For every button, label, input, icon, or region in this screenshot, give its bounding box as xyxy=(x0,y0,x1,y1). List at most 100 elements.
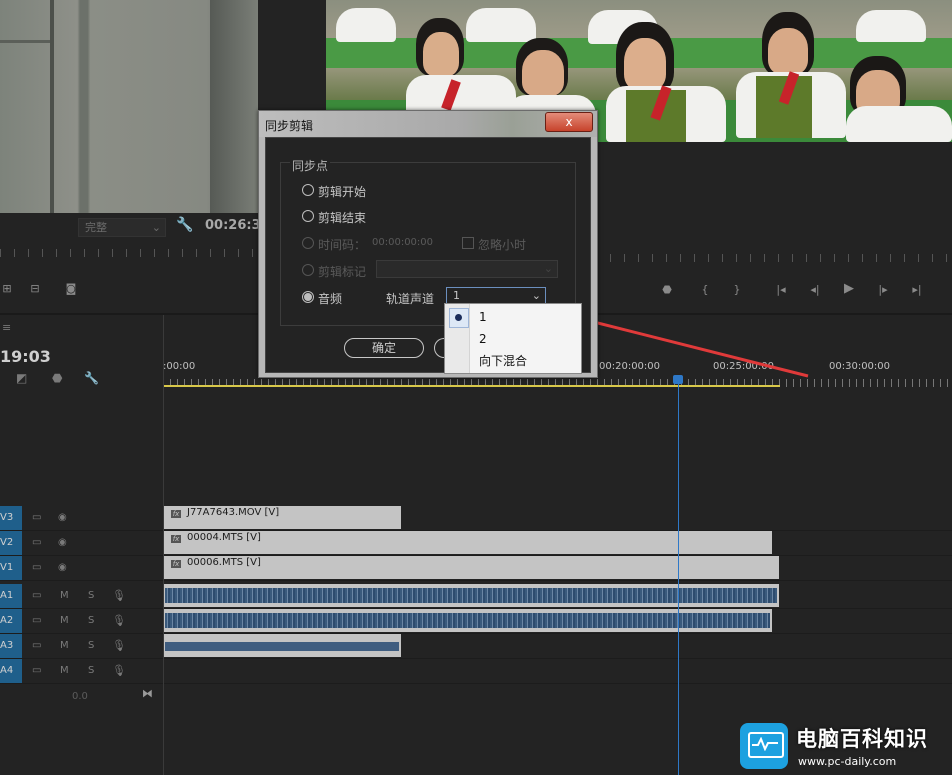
menu-icon[interactable]: ≡ xyxy=(2,321,11,334)
overwrite-icon[interactable]: ⊟ xyxy=(28,283,42,295)
option-audio[interactable]: 音频 xyxy=(318,290,342,307)
pulse-icon xyxy=(752,737,778,751)
add-marker-icon[interactable]: ⬣ xyxy=(660,284,674,296)
track-a1[interactable] xyxy=(163,584,952,609)
film-icon[interactable]: ▭ xyxy=(32,615,41,626)
track-tag-v1[interactable]: V1 xyxy=(0,556,22,580)
solo-button[interactable]: S xyxy=(88,665,94,676)
film-icon[interactable]: ▭ xyxy=(32,537,41,548)
camera-icon[interactable]: ◙ xyxy=(64,283,78,295)
video-detail xyxy=(50,0,54,213)
solo-button[interactable]: S xyxy=(88,615,94,626)
microphone-icon[interactable]: 🎙 xyxy=(112,639,126,652)
play-icon[interactable]: ▶ xyxy=(842,282,856,295)
clip-marker-select[interactable]: ⌄ xyxy=(376,260,558,278)
clip[interactable]: fx 00004.MTS [V] xyxy=(163,531,772,554)
dropdown-item[interactable]: 2 xyxy=(445,328,581,350)
video-detail xyxy=(423,32,459,76)
video-detail xyxy=(624,38,666,90)
tracks: V3 ▭ ◉ fx J77A7643.MOV [V] V2 ▭ ◉ fx 00004… xyxy=(0,506,952,686)
clip[interactable]: fx J77A7643.MOV [V] xyxy=(163,506,401,529)
source-timecode[interactable]: 00:26:3 xyxy=(205,218,261,233)
audio-clip[interactable] xyxy=(163,634,401,657)
option-clip-start[interactable]: 剪辑开始 xyxy=(318,183,366,200)
solo-button[interactable]: S xyxy=(88,590,94,601)
step-back-icon[interactable]: ◂| xyxy=(808,284,822,296)
mute-button[interactable]: M xyxy=(60,665,69,676)
track-tag-a1[interactable]: A1 xyxy=(0,584,22,608)
track-tag-a3[interactable]: A3 xyxy=(0,634,22,658)
go-to-in-icon[interactable]: |◂ xyxy=(774,284,788,296)
eye-icon[interactable]: ◉ xyxy=(58,562,67,573)
dropdown-item-label: 2 xyxy=(479,332,487,346)
solo-button[interactable]: S xyxy=(88,640,94,651)
radio-audio[interactable] xyxy=(302,291,314,303)
radio-timecode[interactable] xyxy=(302,237,314,249)
playhead-line[interactable] xyxy=(678,383,679,775)
fx-icon: fx xyxy=(171,535,181,543)
film-icon[interactable]: ▭ xyxy=(32,512,41,523)
dialog-titlebar[interactable]: 同步剪辑 x xyxy=(259,111,597,137)
film-icon[interactable]: ▭ xyxy=(32,590,41,601)
timeline-timecode[interactable]: 19:03 xyxy=(0,347,51,366)
video-detail xyxy=(336,8,396,42)
dropdown-item[interactable]: 向下混合 xyxy=(445,350,581,372)
ignore-hours-checkbox[interactable] xyxy=(462,237,474,249)
film-icon[interactable]: ▭ xyxy=(32,562,41,573)
option-clip-end[interactable]: 剪辑结束 xyxy=(318,209,366,226)
fit-select[interactable]: 完整 ⌄ xyxy=(78,218,166,237)
audio-clip[interactable] xyxy=(163,609,772,632)
audio-clip[interactable] xyxy=(163,584,779,607)
radio-clip-start[interactable] xyxy=(302,184,314,196)
insert-icon[interactable]: ⊞ xyxy=(0,283,14,295)
eye-icon[interactable]: ◉ xyxy=(58,537,67,548)
track-v3[interactable]: fx J77A7643.MOV [V] xyxy=(163,506,952,531)
track-v1[interactable]: fx 00006.MTS [V] xyxy=(163,556,952,581)
timecode-value[interactable]: 00:00:00:00 xyxy=(372,237,433,248)
wrench-icon[interactable]: 🔧 xyxy=(84,371,99,385)
microphone-icon[interactable]: 🎙 xyxy=(112,614,126,627)
track-tag-a4[interactable]: A4 xyxy=(0,659,22,683)
marker-icon[interactable]: ⬣ xyxy=(52,371,62,385)
track-v2[interactable]: fx 00004.MTS [V] xyxy=(163,531,952,556)
divider xyxy=(163,315,164,775)
dropdown-item[interactable]: 1 xyxy=(445,306,581,328)
mute-button[interactable]: M xyxy=(60,640,69,651)
wrench-icon[interactable]: 🔧 xyxy=(176,217,193,233)
ok-button[interactable]: 确定 xyxy=(344,338,424,358)
clip[interactable]: fx 00006.MTS [V] xyxy=(163,556,779,579)
radio-clip-end[interactable] xyxy=(302,210,314,222)
track-channel-value: 1 xyxy=(453,289,460,302)
radio-clip-marker[interactable] xyxy=(302,264,314,276)
dialog-title: 同步剪辑 xyxy=(265,119,314,133)
step-forward-icon[interactable]: |▸ xyxy=(876,284,890,296)
clip-name: 00004.MTS [V] xyxy=(187,532,261,543)
film-icon[interactable]: ▭ xyxy=(32,640,41,651)
track-tag-a2[interactable]: A2 xyxy=(0,609,22,633)
mute-button[interactable]: M xyxy=(60,590,69,601)
go-to-out-icon[interactable]: ▸| xyxy=(910,284,924,296)
track-a4[interactable] xyxy=(163,659,952,684)
master-volume[interactable]: 0.0 xyxy=(72,691,88,702)
collapse-icon[interactable]: ⧓ xyxy=(142,687,153,700)
video-detail xyxy=(0,40,50,43)
video-detail xyxy=(522,50,564,96)
mark-in-icon[interactable]: { xyxy=(698,284,712,296)
track-a2[interactable] xyxy=(163,609,952,634)
option-clip-marker: 剪辑标记 xyxy=(318,265,367,279)
mark-out-icon[interactable]: } xyxy=(730,284,744,296)
monitor-logo-icon xyxy=(740,723,788,769)
film-icon[interactable]: ▭ xyxy=(32,665,41,676)
microphone-icon[interactable]: 🎙 xyxy=(112,664,126,677)
mute-button[interactable]: M xyxy=(60,615,69,626)
microphone-icon[interactable]: 🎙 xyxy=(112,589,126,602)
track-a3[interactable] xyxy=(163,634,952,659)
track-tag-v2[interactable]: V2 xyxy=(0,531,22,555)
track-tag-v3[interactable]: V3 xyxy=(0,506,22,530)
option-ignore-hours: 忽略小时 xyxy=(478,238,527,252)
close-button[interactable]: x xyxy=(545,112,593,132)
fx-icon: fx xyxy=(171,510,181,518)
track-header-a3: A3 ▭ M S 🎙 xyxy=(0,634,163,659)
eye-icon[interactable]: ◉ xyxy=(58,512,67,523)
snap-icon[interactable]: ◩ xyxy=(16,371,27,385)
